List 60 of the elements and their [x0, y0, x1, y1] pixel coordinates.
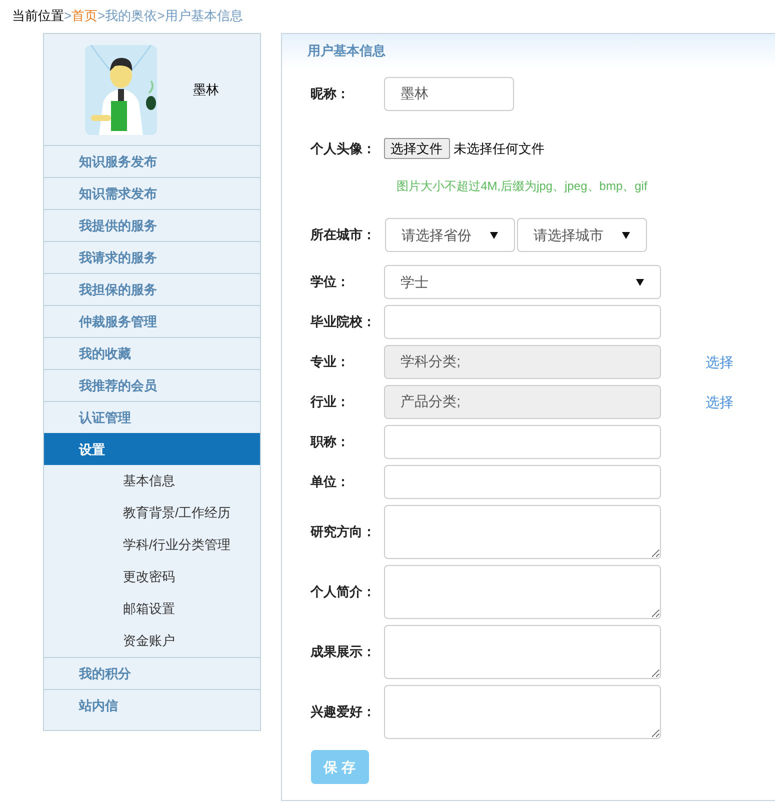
sidebar-item[interactable]: 我推荐的会员: [44, 369, 260, 401]
text-area[interactable]: [384, 625, 661, 679]
sidebar-item[interactable]: 我的积分: [44, 657, 260, 689]
breadcrumb-link[interactable]: 我的奥依: [105, 7, 158, 25]
caret-icon: [636, 278, 644, 286]
breadcrumb-separator: >: [64, 7, 72, 25]
breadcrumb-separator: >: [98, 7, 106, 25]
user-name: 墨林: [193, 80, 219, 99]
field-label: 所在城市：: [310, 226, 377, 244]
submenu-item[interactable]: 资金账户: [44, 625, 260, 657]
select-link[interactable]: 选择: [706, 392, 734, 412]
sidebar-item[interactable]: 仲裁服务管理: [44, 305, 260, 337]
field-label: 个人头像：: [310, 140, 377, 158]
field-label: 单位：: [310, 473, 351, 492]
select-dropdown[interactable]: 请选择城市: [516, 218, 647, 252]
field-label: 成果展示：: [310, 643, 377, 662]
sidebar-item[interactable]: 我提供的服务: [44, 209, 260, 241]
sidebar-item[interactable]: 我请求的服务: [44, 241, 260, 273]
field-label: 学位：: [310, 273, 351, 292]
text-area[interactable]: [384, 685, 661, 739]
select-link[interactable]: 选择: [706, 352, 734, 372]
breadcrumb-link[interactable]: 用户基本信息: [164, 7, 243, 25]
text-field[interactable]: [384, 425, 661, 459]
select-dropdown[interactable]: 请选择省份: [384, 218, 515, 252]
breadcrumb-link[interactable]: 首页: [72, 7, 98, 25]
text-field[interactable]: [384, 305, 661, 339]
field-label: 研究方向：: [310, 523, 377, 542]
field-label: 兴趣爱好：: [310, 703, 377, 722]
submenu-item[interactable]: 基本信息: [44, 465, 260, 497]
sidebar-item[interactable]: 我的收藏: [44, 337, 260, 369]
field-label: 毕业院校：: [310, 313, 377, 332]
degree-select[interactable]: 学士: [384, 265, 661, 299]
caret-icon: [622, 232, 630, 238]
field-label: 职称：: [310, 433, 351, 452]
save-button[interactable]: 保 存: [310, 750, 369, 784]
submenu-item[interactable]: 学科/行业分类管理: [44, 529, 260, 561]
upload-hint: 图片大小不超过4M,后缀为jpg、jpeg、bmp、gif: [396, 178, 648, 195]
location-caption: 当前位置: [12, 7, 64, 25]
category-field[interactable]: 学科分类;: [384, 345, 661, 379]
sidebar-item[interactable]: 知识需求发布: [44, 177, 260, 209]
submenu-item[interactable]: 更改密码: [44, 561, 260, 593]
text-area[interactable]: [384, 505, 661, 559]
submenu-item[interactable]: 邮箱设置: [44, 593, 260, 625]
field-label: 个人简介：: [310, 583, 377, 602]
choose-file-button[interactable]: 选择文件: [384, 138, 450, 159]
text-field[interactable]: [384, 465, 661, 499]
category-field[interactable]: 产品分类;: [384, 385, 661, 419]
breadcrumb-separator: >: [157, 7, 165, 25]
submenu-item[interactable]: 教育背景/工作经历: [44, 497, 260, 529]
field-label: 专业：: [310, 353, 351, 372]
text-area[interactable]: [384, 565, 661, 619]
sidebar-item[interactable]: 设置: [44, 433, 260, 465]
file-status: 未选择任何文件: [454, 140, 545, 158]
field-label: 昵称：: [310, 85, 351, 104]
sidebar-item[interactable]: 我担保的服务: [44, 273, 260, 305]
nickname-field[interactable]: 墨林: [384, 77, 514, 111]
caret-icon: [490, 232, 498, 238]
sidebar-item[interactable]: 站内信: [44, 689, 260, 721]
field-label: 行业：: [310, 393, 351, 412]
sidebar-item[interactable]: 知识服务发布: [44, 145, 260, 177]
